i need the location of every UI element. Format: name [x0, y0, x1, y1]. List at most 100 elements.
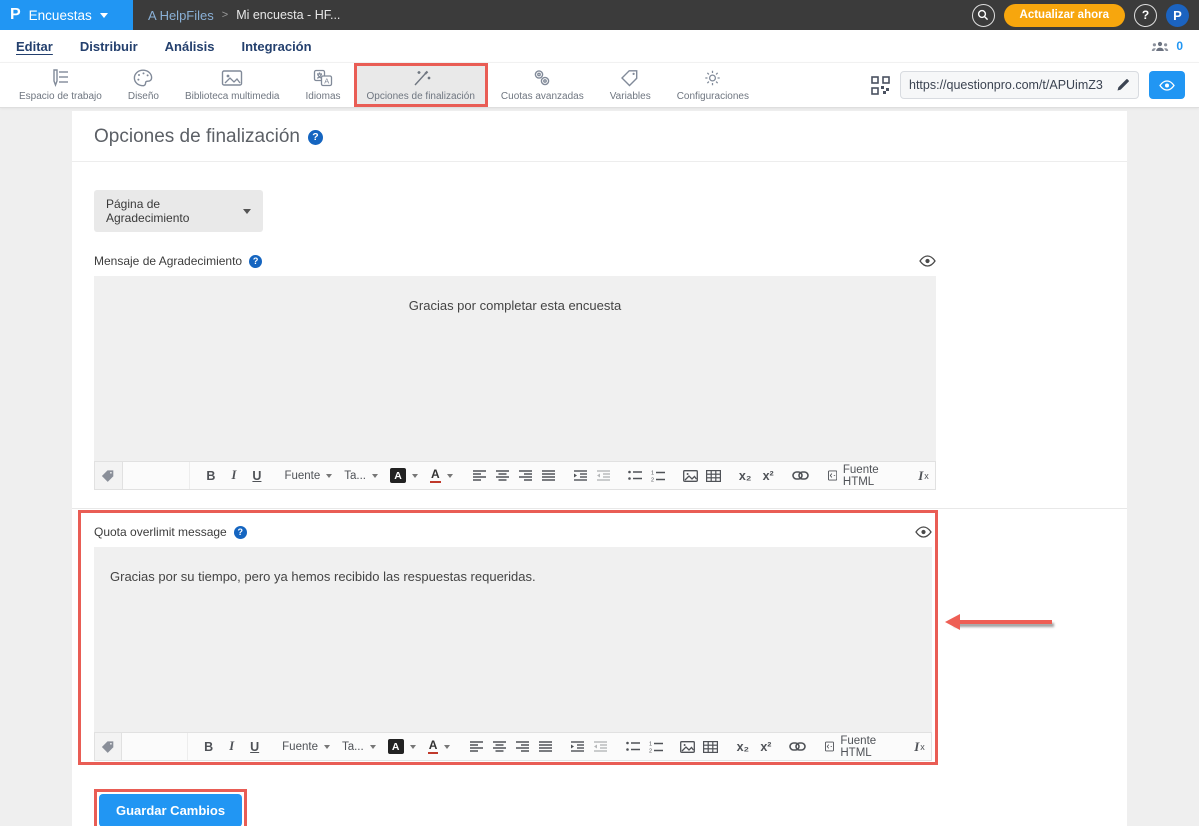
indent-increase-button[interactable]	[567, 736, 588, 758]
superscript-button[interactable]: x²	[755, 736, 776, 758]
tab-editar[interactable]: Editar	[16, 37, 53, 56]
superscript-button[interactable]: x²	[758, 465, 779, 487]
ribbon-item-label: Configuraciones	[676, 90, 749, 102]
insert-link-button[interactable]	[790, 465, 811, 487]
ribbon-item-cuotas-avanzadas[interactable]: Cuotas avanzadas	[488, 63, 597, 107]
ribbon-item-biblioteca-multimedia[interactable]: Biblioteca multimedia	[172, 63, 293, 107]
ribbon-item-label: Espacio de trabajo	[19, 90, 102, 102]
title-help-icon[interactable]: ?	[307, 129, 323, 145]
collaborators-icon[interactable]	[1151, 40, 1169, 53]
italic-button[interactable]: I	[221, 736, 242, 758]
justify-button[interactable]	[538, 465, 559, 487]
align-left-button[interactable]	[469, 465, 490, 487]
ribbon-item-configuraciones[interactable]: Configuraciones	[664, 63, 762, 107]
numbered-list-button[interactable]: 12	[648, 465, 669, 487]
align-right-button[interactable]	[512, 736, 533, 758]
qr-code-icon[interactable]	[871, 75, 890, 95]
text-color-dropdown[interactable]: A	[422, 738, 457, 755]
ribbon-item-variables[interactable]: Variables	[597, 63, 664, 107]
help-label: ?	[1141, 8, 1150, 22]
search-button[interactable]	[971, 3, 995, 27]
svg-text:A: A	[324, 76, 329, 85]
svg-text:2: 2	[651, 477, 654, 482]
page-title: Opciones de finalización	[94, 126, 300, 147]
thankyou-preview-eye-icon[interactable]	[919, 255, 936, 267]
tab-integracion[interactable]: Integración	[242, 37, 312, 56]
html-source-button[interactable]: Fuente HTML	[822, 464, 903, 488]
ribbon-item-idiomas[interactable]: A Idiomas	[292, 63, 353, 107]
numbered-list-button[interactable]: 12	[645, 736, 666, 758]
breadcrumb-separator: >	[221, 9, 229, 21]
breadcrumb-folder[interactable]: A HelpFiles	[148, 8, 214, 23]
font-size-label: Ta...	[344, 469, 366, 482]
remove-format-button[interactable]: Ix	[913, 465, 934, 487]
save-changes-button[interactable]: Guardar Cambios	[99, 794, 243, 826]
remove-format-i: I	[914, 738, 920, 754]
insert-link-button[interactable]	[787, 736, 808, 758]
product-switcher[interactable]: P Encuestas	[0, 0, 133, 30]
insert-table-button[interactable]	[703, 465, 724, 487]
survey-url-input[interactable]	[909, 78, 1109, 92]
insert-image-button[interactable]	[677, 736, 698, 758]
finish-page-select[interactable]: Página de Agradecimiento	[94, 190, 263, 232]
italic-button[interactable]: I	[223, 465, 244, 487]
font-family-dropdown[interactable]: Fuente	[278, 470, 338, 482]
underline-button[interactable]: U	[246, 465, 267, 487]
ribbon-item-label: Diseño	[127, 90, 159, 102]
edit-url-pencil-icon[interactable]	[1116, 78, 1130, 92]
thankyou-editor[interactable]: Gracias por completar esta encuesta	[94, 276, 936, 461]
thankyou-help-icon[interactable]: ?	[249, 254, 263, 268]
bold-button[interactable]: B	[198, 736, 219, 758]
collaborators-count[interactable]: 0	[1176, 39, 1183, 53]
subscript-button[interactable]: x₂	[735, 465, 756, 487]
finish-page-select-value: Página de Agradecimiento	[106, 197, 190, 225]
tab-analisis[interactable]: Análisis	[165, 37, 215, 56]
font-family-dropdown[interactable]: Fuente	[276, 741, 336, 753]
remove-format-x: x	[924, 470, 929, 481]
search-icon	[977, 9, 989, 21]
underline-button[interactable]: U	[244, 736, 265, 758]
wand-icon	[414, 70, 431, 85]
indent-decrease-button[interactable]	[593, 465, 614, 487]
background-color-dropdown[interactable]: A	[384, 468, 424, 483]
html-source-button[interactable]: Fuente HTML	[819, 735, 899, 759]
account-avatar[interactable]: P	[1166, 3, 1189, 27]
align-center-button[interactable]	[489, 736, 510, 758]
tab-distribuir[interactable]: Distribuir	[80, 37, 138, 56]
help-button[interactable]: ?	[1134, 3, 1157, 27]
merge-tag-icon[interactable]	[95, 733, 123, 760]
ribbon-item-opciones-de-finalizacion[interactable]: Opciones de finalización	[353, 63, 488, 107]
indent-decrease-button[interactable]	[590, 736, 611, 758]
chevron-down-icon	[371, 474, 378, 481]
preview-survey-button[interactable]	[1149, 71, 1185, 99]
bullet-list-button[interactable]	[625, 465, 646, 487]
quota-editor[interactable]: Gracias por su tiempo, pero ya hemos rec…	[94, 547, 932, 732]
align-right-button[interactable]	[515, 465, 536, 487]
breadcrumb-survey[interactable]: Mi encuesta - HF...	[236, 8, 340, 22]
insert-image-button[interactable]	[680, 465, 701, 487]
ribbon-item-label: Idiomas	[305, 90, 341, 102]
merge-tag-icon[interactable]	[95, 462, 123, 489]
remove-format-button[interactable]: Ix	[909, 736, 930, 758]
ribbon-item-diseno[interactable]: Diseño	[115, 63, 172, 107]
bullet-list-button[interactable]	[622, 736, 643, 758]
indent-increase-button[interactable]	[570, 465, 591, 487]
breadcrumb: A HelpFiles > Mi encuesta - HF...	[133, 8, 972, 23]
align-left-button[interactable]	[466, 736, 487, 758]
quota-help-icon[interactable]: ?	[233, 525, 247, 539]
text-color-dropdown[interactable]: A	[424, 467, 459, 484]
remove-format-i: I	[918, 467, 924, 483]
chevron-down-icon	[323, 745, 330, 752]
update-now-button[interactable]: Actualizar ahora	[1003, 3, 1125, 27]
font-size-dropdown[interactable]: Ta...	[336, 741, 382, 753]
justify-button[interactable]	[535, 736, 556, 758]
background-color-dropdown[interactable]: A	[382, 739, 422, 754]
insert-table-button[interactable]	[700, 736, 721, 758]
quota-preview-eye-icon[interactable]	[915, 526, 932, 538]
font-size-dropdown[interactable]: Ta...	[338, 470, 384, 482]
subscript-button[interactable]: x₂	[732, 736, 753, 758]
html-source-label: Fuente HTML	[840, 734, 877, 759]
ribbon-item-espacio-de-trabajo[interactable]: Espacio de trabajo	[6, 63, 115, 107]
align-center-button[interactable]	[492, 465, 513, 487]
bold-button[interactable]: B	[200, 465, 221, 487]
